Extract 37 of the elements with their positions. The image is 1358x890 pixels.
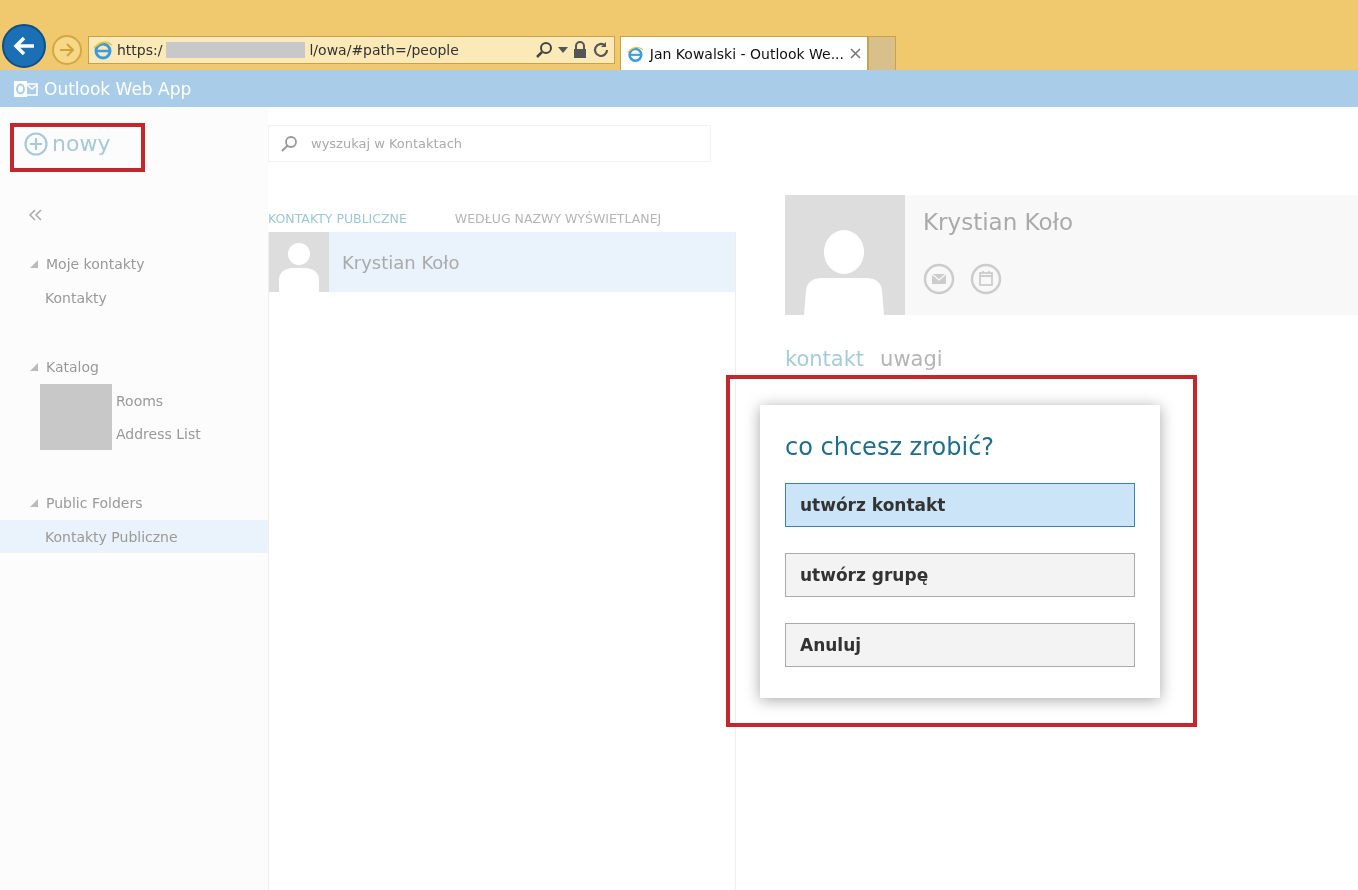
new-button[interactable]: nowy [24,131,111,156]
nav-group-header[interactable]: Katalog [0,350,268,384]
nav-item[interactable]: Kontakty [0,281,268,314]
browser-tab[interactable]: Jan Kowalski - Outlook We... [620,36,868,70]
contact-row[interactable]: Krystian Koło [269,232,735,292]
refresh-icon[interactable] [592,41,610,59]
close-tab-button[interactable] [850,48,861,59]
right-arrow-icon [59,43,75,57]
dropdown-caret-icon[interactable] [558,47,568,53]
collapse-chevrons-icon[interactable] [28,209,42,221]
url-text: https:/ [117,42,163,58]
contact-name: Krystian Koło [923,209,1074,235]
search-icon[interactable] [534,41,554,59]
lock-icon [572,41,588,59]
left-arrow-icon [12,35,36,57]
url-text: l/owa/#path=/people [309,42,459,58]
nav-item[interactable]: Kontakty Publiczne [0,520,268,553]
nav-item[interactable]: Address List [0,417,268,450]
folder-filter-link[interactable]: KONTAKTY PUBLICZNE [268,211,407,232]
app-title: Outlook Web App [44,78,192,99]
address-bar[interactable]: https:/ l/owa/#path=/people [88,36,615,64]
detail-tab[interactable]: kontakt [785,347,865,371]
dialog-option-button[interactable]: utwórz kontakt [785,483,1135,527]
browser-logo-icon [93,40,113,60]
dialog-option-button[interactable]: utwórz grupę [785,553,1135,597]
plus-circle-icon [24,131,48,156]
dialog-title: co chcesz zrobić? [785,433,996,461]
search-icon [280,135,298,153]
nav-item[interactable]: Rooms [0,384,268,417]
search-field[interactable]: wyszukaj w Kontaktach [268,125,711,162]
sort-order-link[interactable]: WEDŁUG NAZWY WYŚWIETLANEJ [454,211,662,232]
dialog-option-button[interactable]: Anuluj [785,623,1135,667]
close-icon [850,48,861,59]
back-button[interactable] [2,24,46,68]
nav-group-header[interactable]: Public Folders [0,486,268,520]
detail-tab[interactable]: uwagi [880,347,943,371]
nav-group-header[interactable]: Moje kontakty [0,247,268,281]
